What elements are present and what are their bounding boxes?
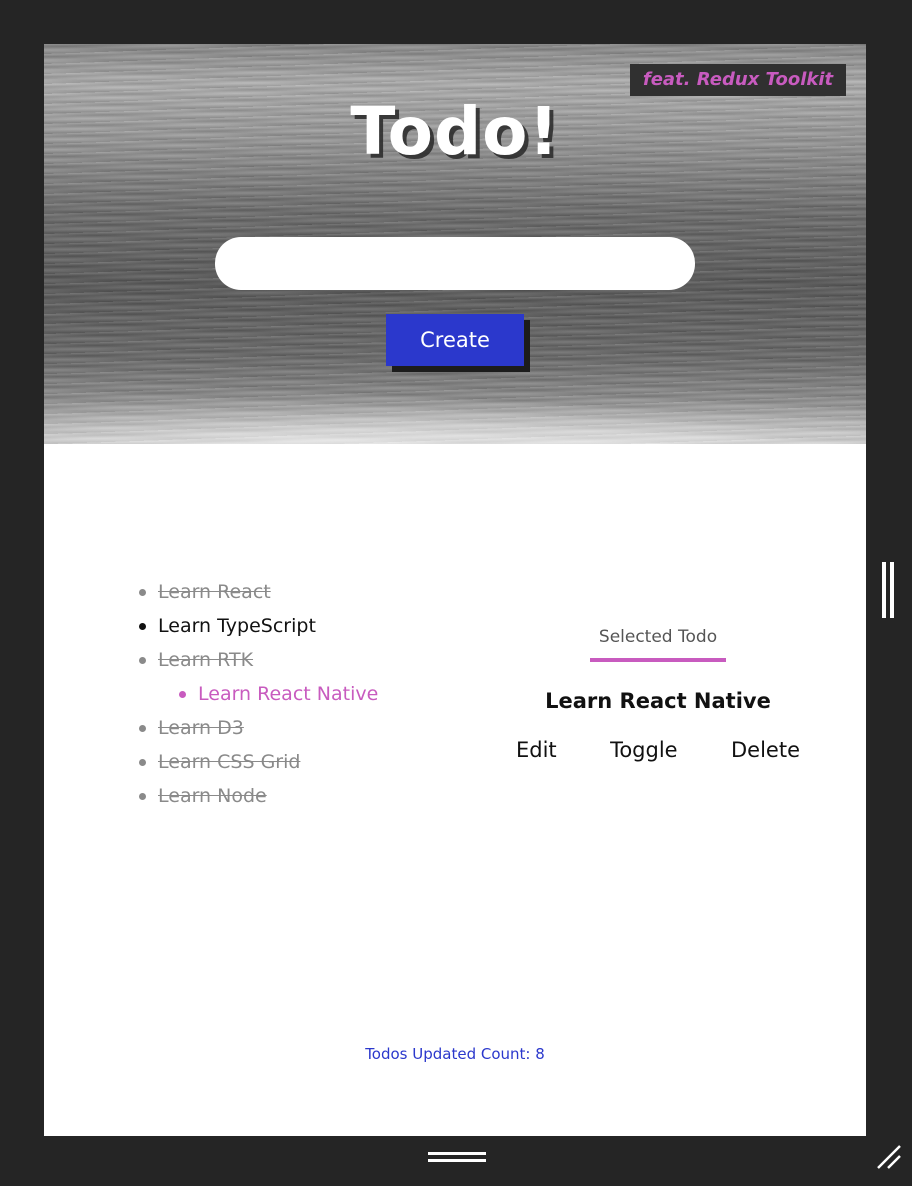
selected-todo-panel: Selected Todo Learn React Native Edit To… [514, 624, 802, 762]
edit-button[interactable]: Edit [516, 738, 557, 762]
todos-updated-count: Todos Updated Count: 8 [365, 1045, 545, 1063]
todo-item-learn-typescript[interactable]: Learn TypeScript [136, 614, 378, 648]
selected-todo-underline [590, 658, 726, 662]
hero-background-image [44, 384, 866, 444]
hero-banner: feat. Redux Toolkit Todo! Create [44, 44, 866, 444]
todo-item-learn-css-grid[interactable]: Learn CSS Grid [136, 750, 378, 784]
todo-item-learn-d3[interactable]: Learn D3 [136, 716, 378, 750]
horizontal-resize-handle-icon[interactable] [428, 1152, 486, 1164]
app-window: feat. Redux Toolkit Todo! Create Learn R… [44, 44, 866, 1136]
selected-todo-label: Selected Todo [598, 627, 718, 647]
corner-resize-icon[interactable] [874, 1142, 904, 1172]
todo-item-learn-rtk[interactable]: Learn RTK [136, 648, 378, 682]
todo-list: Learn React Learn TypeScript Learn RTK L… [136, 580, 378, 818]
page-title: Todo! [350, 93, 560, 170]
todo-item-learn-node[interactable]: Learn Node [136, 784, 378, 818]
vertical-resize-handle-icon[interactable] [882, 562, 896, 618]
selected-todo-title: Learn React Native [545, 689, 771, 713]
todo-item-learn-react[interactable]: Learn React [136, 580, 378, 614]
selected-todo-actions: Edit Toggle Delete [514, 738, 802, 762]
create-button[interactable]: Create [386, 314, 524, 366]
todo-item-learn-react-native[interactable]: Learn React Native [176, 682, 378, 716]
toggle-button[interactable]: Toggle [610, 738, 678, 762]
todo-input[interactable] [215, 237, 695, 290]
delete-button[interactable]: Delete [731, 738, 800, 762]
